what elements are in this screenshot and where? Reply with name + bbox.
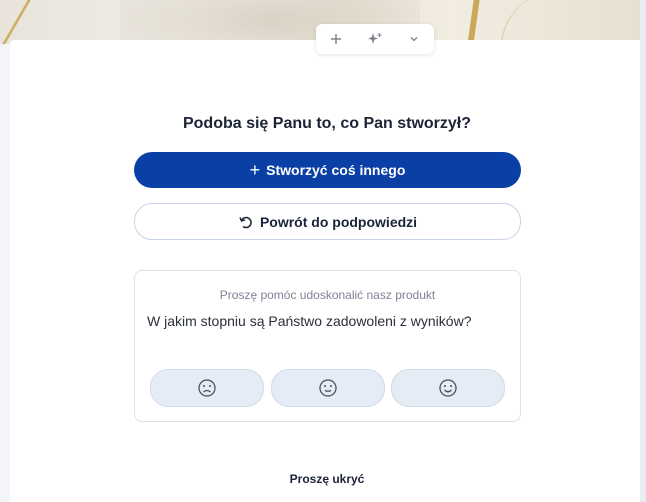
image-gold-line xyxy=(0,0,76,44)
neutral-face-icon xyxy=(319,379,337,397)
back-to-prompt-button[interactable]: Powrót do podpowiedzi xyxy=(134,203,521,240)
add-button[interactable] xyxy=(321,27,351,51)
rating-unsatisfied-button[interactable] xyxy=(150,369,264,407)
rating-satisfied-button[interactable] xyxy=(391,369,505,407)
chevron-down-icon xyxy=(410,37,418,42)
plus-icon xyxy=(330,34,341,44)
create-something-else-button[interactable]: + Stworzyć coś innego xyxy=(134,152,521,188)
app-root: Podoba się Panu to, co Pan stworzył? + S… xyxy=(0,0,646,502)
hide-link[interactable]: Proszę ukryć xyxy=(0,472,646,486)
more-options-button[interactable] xyxy=(399,27,429,51)
back-to-prompt-label: Powrót do podpowiedzi xyxy=(259,213,418,230)
image-gold-line xyxy=(465,0,481,44)
panel-edge xyxy=(640,0,646,502)
rating-neutral-button[interactable] xyxy=(271,369,385,407)
ai-edit-button[interactable] xyxy=(360,27,390,51)
feedback-heading: Podoba się Panu to, co Pan stworzył? xyxy=(182,115,472,132)
feedback-subtitle: Proszę pomóc udoskonalić nasz produkt xyxy=(219,288,436,302)
image-gold-curve xyxy=(500,0,622,44)
sad-face-icon xyxy=(198,379,216,397)
feedback-question: W jakim stopniu są Państwo zadowoleni z … xyxy=(147,313,472,329)
sparkle-plus-icon xyxy=(367,33,382,44)
image-toolbar xyxy=(316,24,434,54)
create-something-else-label: Stworzyć coś innego xyxy=(266,162,406,178)
feedback-card: Proszę pomóc udoskonalić nasz produkt W … xyxy=(134,270,521,422)
plus-icon: + xyxy=(249,160,261,180)
undo-arrow-icon xyxy=(239,216,252,228)
happy-face-icon xyxy=(439,379,457,397)
